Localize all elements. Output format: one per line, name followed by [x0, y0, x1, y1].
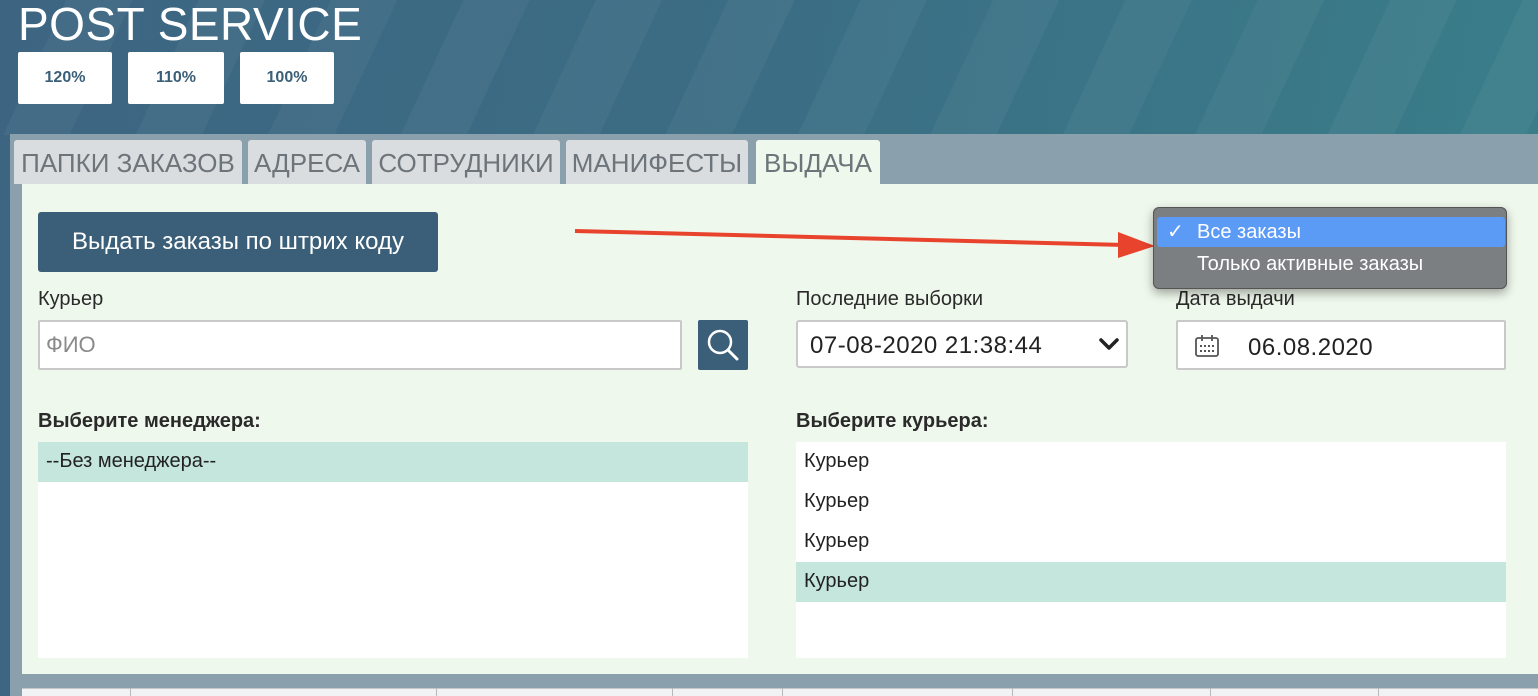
table-column-divider	[782, 688, 783, 696]
courier-listbox[interactable]: Курьер Курьер Курьер Курьер	[796, 442, 1506, 658]
search-button[interactable]	[698, 320, 748, 370]
table-header-strip	[22, 688, 1538, 696]
tab-employees[interactable]: СОТРУДНИКИ	[372, 140, 560, 184]
table-column-divider	[436, 688, 437, 696]
table-column-divider	[130, 688, 131, 696]
orders-filter-dropdown[interactable]: ✓ Все заказы Только активные заказы	[1153, 207, 1507, 289]
dropdown-option-all-orders[interactable]: ✓ Все заказы	[1157, 217, 1505, 247]
search-icon	[707, 329, 739, 361]
recent-selections-value: 07-08-2020 21:38:44	[810, 332, 1043, 359]
calendar-icon	[1195, 335, 1219, 357]
tab-issue[interactable]: ВЫДАЧА	[756, 140, 880, 186]
zoom-100-button[interactable]: 100%	[240, 52, 334, 104]
manager-list-item[interactable]: --Без менеджера--	[38, 442, 748, 482]
chevron-down-icon	[1099, 338, 1119, 350]
courier-name-input[interactable]	[38, 320, 682, 370]
tab-manifests[interactable]: МАНИФЕСТЫ	[566, 140, 748, 184]
courier-list-item[interactable]: Курьер	[796, 482, 1506, 522]
recent-selections-label: Последние выборки	[796, 288, 984, 310]
dropdown-option-label: Все заказы	[1197, 221, 1301, 243]
issue-date-value: 06.08.2020	[1248, 334, 1374, 361]
manager-list-label: Выберите менеджера:	[38, 410, 261, 432]
issue-date-label: Дата выдачи	[1176, 288, 1295, 310]
tab-order-folders[interactable]: ПАПКИ ЗАКАЗОВ	[14, 140, 242, 184]
table-column-divider	[1012, 688, 1013, 696]
courier-list-item[interactable]: Курьер	[796, 522, 1506, 562]
zoom-120-button[interactable]: 120%	[18, 52, 112, 104]
checkmark-icon: ✓	[1167, 221, 1184, 243]
zoom-110-button[interactable]: 110%	[128, 52, 224, 104]
courier-list-label: Выберите курьера:	[796, 410, 989, 432]
dropdown-option-active-only[interactable]: Только активные заказы	[1157, 249, 1505, 279]
annotation-arrow	[574, 229, 1155, 258]
table-column-divider	[1378, 688, 1379, 696]
issue-date-field[interactable]: 06.08.2020	[1176, 320, 1506, 370]
courier-label: Курьер	[38, 288, 104, 310]
courier-list-item[interactable]: Курьер	[796, 442, 1506, 482]
tab-addresses[interactable]: АДРЕСА	[248, 140, 366, 184]
app-title: POST SERVICE	[18, 0, 363, 50]
manager-listbox[interactable]: --Без менеджера--	[38, 442, 748, 658]
table-column-divider	[672, 688, 673, 696]
courier-list-item[interactable]: Курьер	[796, 562, 1506, 602]
recent-selections-select[interactable]: 07-08-2020 21:38:44	[796, 320, 1128, 368]
issue-by-barcode-button[interactable]: Выдать заказы по штрих коду	[38, 212, 438, 272]
table-column-divider	[1210, 688, 1211, 696]
